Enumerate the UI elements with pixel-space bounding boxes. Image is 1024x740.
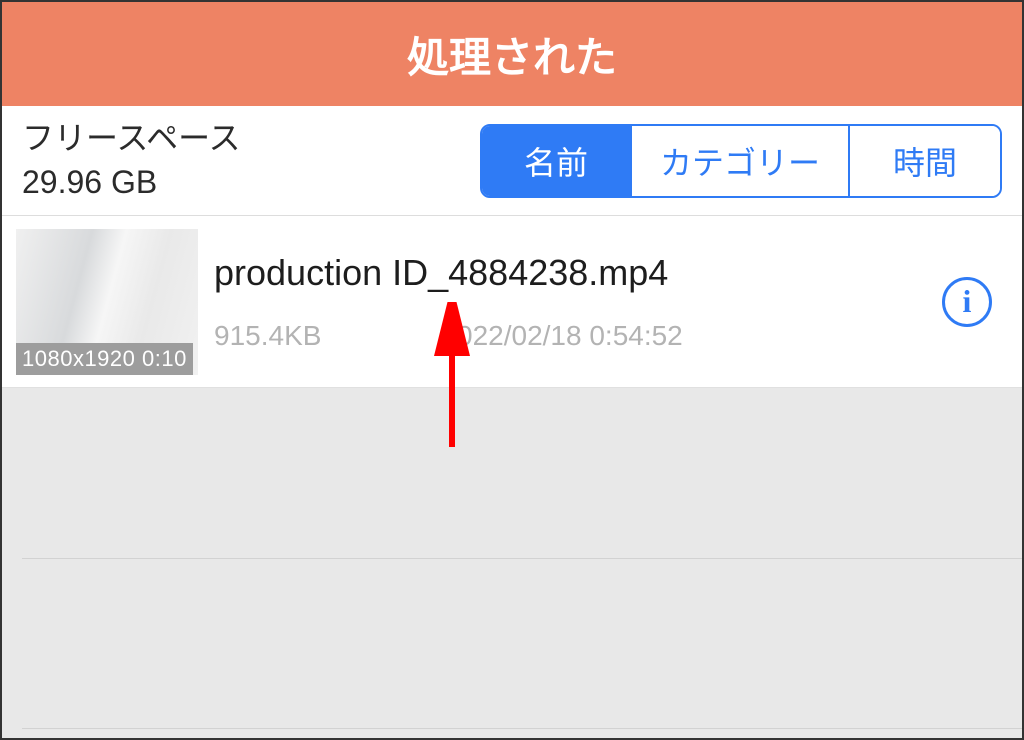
sort-segment-control: 名前 カテゴリー 時間 <box>480 124 1002 198</box>
page-title: 処理された <box>407 24 617 85</box>
list-item[interactable]: 1080x1920 0:10 production ID_4884238.mp4… <box>2 216 1022 388</box>
info-button[interactable]: i <box>942 277 992 327</box>
thumbnail-meta: 1080x1920 0:10 <box>16 343 193 375</box>
free-space-value: 29.96 GB <box>22 161 241 204</box>
segment-category[interactable]: カテゴリー <box>632 126 850 196</box>
toolbar: フリースペース 29.96 GB 名前 カテゴリー 時間 <box>2 106 1022 216</box>
item-body: production ID_4884238.mp4 915.4KB 2022/0… <box>214 252 926 352</box>
thumbnail-duration: 0:10 <box>142 346 187 371</box>
file-date: 2022/02/18 0:54:52 <box>441 320 682 352</box>
file-size: 915.4KB <box>214 320 321 352</box>
free-space-label: フリースペース <box>22 117 241 160</box>
free-space-indicator: フリースペース 29.96 GB <box>22 117 241 203</box>
divider <box>22 558 1022 559</box>
empty-area <box>2 388 1022 736</box>
segment-name[interactable]: 名前 <box>482 126 632 196</box>
file-list: 1080x1920 0:10 production ID_4884238.mp4… <box>2 216 1022 388</box>
file-name: production ID_4884238.mp4 <box>214 252 926 294</box>
video-thumbnail[interactable]: 1080x1920 0:10 <box>16 229 198 375</box>
segment-time[interactable]: 時間 <box>850 126 1000 196</box>
thumbnail-resolution: 1080x1920 <box>22 346 135 371</box>
file-meta: 915.4KB 2022/02/18 0:54:52 <box>214 320 926 352</box>
divider <box>22 728 1022 729</box>
header-bar: 処理された <box>2 2 1022 106</box>
info-icon: i <box>963 283 972 320</box>
